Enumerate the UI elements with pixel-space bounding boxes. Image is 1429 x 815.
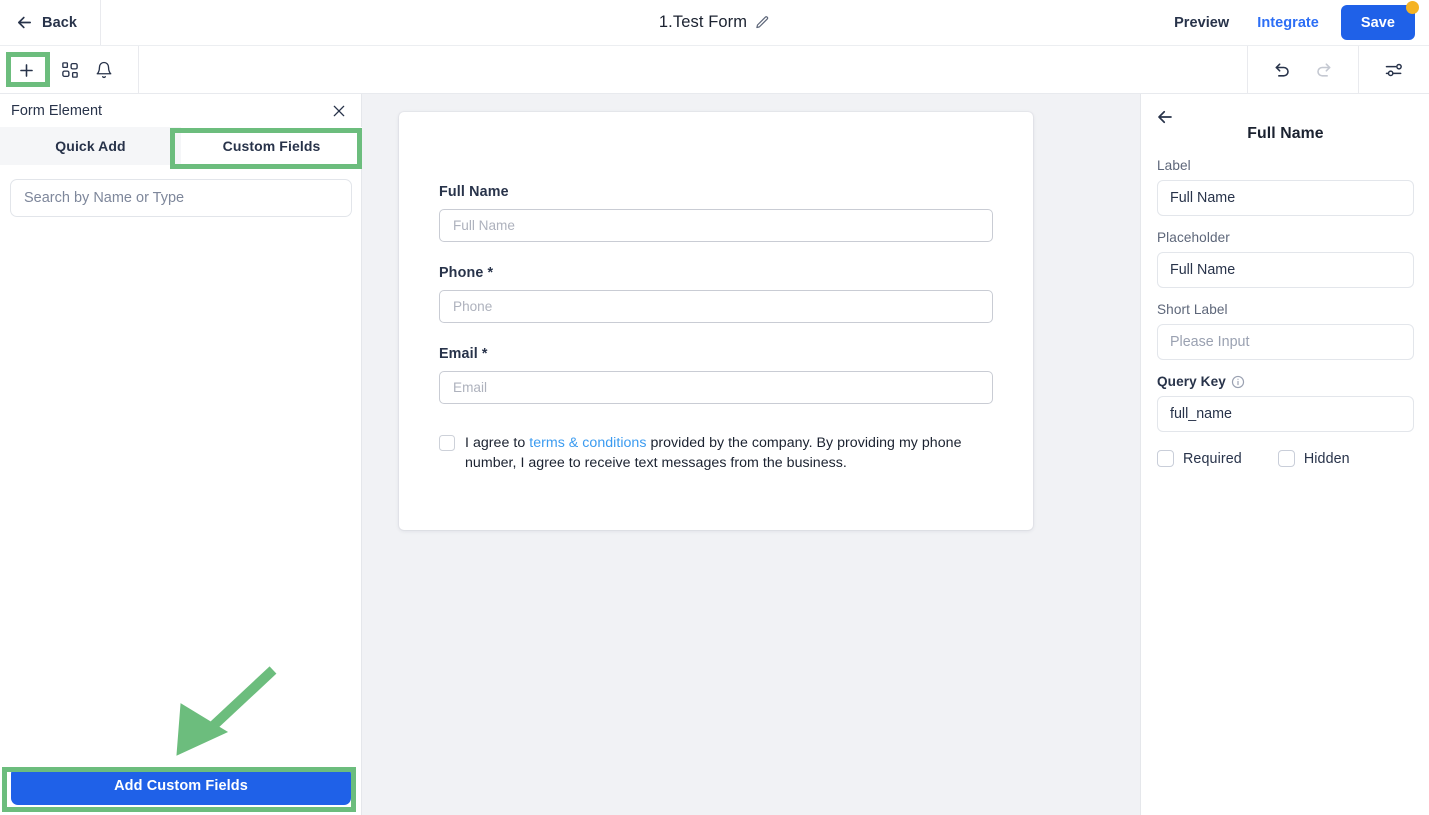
field-properties-panel: Full Name Label Placeholder Short Label … [1140, 94, 1429, 815]
info-circle-icon[interactable] [1231, 375, 1245, 389]
add-element-button[interactable] [10, 53, 44, 87]
hidden-label: Hidden [1303, 450, 1350, 467]
consent-text-before: I agree to [465, 435, 530, 451]
close-icon[interactable] [331, 103, 347, 119]
property-query-key-text: Query Key [1157, 374, 1226, 389]
placeholder-field[interactable] [1157, 252, 1414, 288]
short-label-field[interactable] [1157, 324, 1414, 360]
pencil-icon[interactable] [755, 15, 770, 30]
consent-checkbox[interactable] [439, 435, 455, 451]
property-toggles: Required Hidden [1157, 450, 1413, 467]
form-builder-app: Back 1.Test Form Preview Integrate Save [0, 0, 1429, 815]
layout-blocks-button[interactable] [53, 53, 87, 87]
integrate-button[interactable]: Integrate [1243, 15, 1333, 31]
plus-icon [20, 63, 33, 77]
hidden-checkbox-row[interactable]: Hidden [1277, 450, 1350, 467]
search-input[interactable] [10, 179, 352, 217]
form-element-panel: Form Element Quick Add Custom Fields Add… [0, 94, 362, 815]
property-query-key-caption: Query Key [1157, 374, 1413, 389]
toolbar-divider [138, 46, 139, 94]
property-label: Label [1157, 158, 1414, 216]
undo-icon [1275, 63, 1289, 77]
form-element-panel-footer: Add Custom Fields [0, 757, 362, 815]
form-field-phone: Phone * [439, 265, 993, 323]
form-element-tabs: Quick Add Custom Fields [0, 127, 362, 165]
required-marker: * [487, 265, 494, 281]
form-element-panel-title: Form Element [11, 102, 103, 119]
save-button[interactable]: Save [1340, 5, 1415, 40]
property-placeholder-caption: Placeholder [1157, 230, 1230, 245]
query-key-field[interactable] [1157, 396, 1414, 432]
arrow-left-icon [17, 16, 32, 29]
field-label-text: Full Name [439, 184, 509, 200]
field-label: Phone * [439, 265, 993, 281]
full-name-input[interactable] [439, 209, 993, 242]
field-label-text: Phone [439, 265, 484, 281]
settings-sliders-icon [1385, 63, 1402, 77]
form-element-panel-header: Form Element [0, 94, 361, 127]
form-settings-button[interactable] [1377, 53, 1411, 87]
toolbar-left-group [0, 46, 139, 94]
toolbar-right-group [1247, 46, 1429, 94]
settings-controls [1359, 46, 1429, 94]
tab-quick-add[interactable]: Quick Add [0, 127, 181, 165]
header-actions: Preview Integrate Save [1160, 0, 1419, 45]
form-field-email: Email * [439, 346, 993, 404]
add-custom-fields-button[interactable]: Add Custom Fields [11, 767, 351, 805]
consent-text: I agree to terms & conditions provided b… [465, 433, 993, 473]
required-checkbox[interactable] [1157, 450, 1174, 467]
form-card: Full Name Phone* Email* [399, 112, 1033, 530]
editor-toolbar [0, 45, 1429, 94]
history-controls [1248, 46, 1358, 94]
add-element-slot [0, 46, 53, 94]
label-field[interactable] [1157, 180, 1414, 216]
arrow-left-icon[interactable] [1156, 108, 1174, 126]
redo-icon [1317, 63, 1331, 77]
phone-input[interactable] [439, 290, 993, 323]
bell-icon [96, 61, 112, 79]
hidden-checkbox[interactable] [1277, 450, 1295, 467]
unsaved-changes-badge [1406, 1, 1419, 14]
search-container [0, 165, 361, 217]
properties-panel-header: Full Name [1141, 94, 1429, 152]
required-checkbox-row[interactable]: Required [1157, 450, 1242, 467]
consent-row: I agree to terms & conditions provided b… [439, 427, 993, 473]
property-placeholder: Placeholder [1157, 230, 1414, 288]
form-card-content: Full Name Phone* Email* [399, 112, 1033, 473]
property-short-label-caption: Short Label [1157, 302, 1228, 317]
field-label-text: Email [439, 346, 478, 362]
field-label: Email * [439, 346, 993, 362]
field-label: Full Name [439, 184, 993, 200]
back-label: Back [42, 14, 78, 31]
form-preview-canvas: Full Name Phone* Email* [362, 94, 1140, 815]
property-short-label: Short Label [1157, 302, 1414, 360]
undo-button[interactable] [1266, 53, 1300, 87]
preview-button[interactable]: Preview [1160, 15, 1243, 31]
required-marker: * [481, 346, 488, 362]
email-input[interactable] [439, 371, 993, 404]
properties-panel-title: Full Name [1247, 125, 1324, 142]
form-field-full-name: Full Name [439, 184, 993, 242]
properties-panel-body: Label Placeholder Short Label Query Key [1141, 152, 1429, 467]
save-button-wrapper: Save [1340, 1, 1419, 40]
property-query-key: Query Key [1157, 374, 1414, 432]
terms-conditions-link[interactable]: terms & conditions [529, 435, 646, 451]
redo-button[interactable] [1306, 53, 1340, 87]
required-label: Required [1183, 450, 1242, 467]
tab-custom-fields[interactable]: Custom Fields [181, 127, 362, 165]
layout-blocks-icon [62, 62, 78, 78]
back-button[interactable]: Back [0, 0, 101, 45]
notifications-button[interactable] [87, 53, 121, 87]
property-label-caption: Label [1157, 158, 1191, 173]
